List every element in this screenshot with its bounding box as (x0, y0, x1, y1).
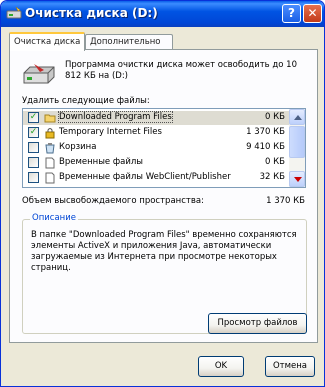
scroll-thumb[interactable] (289, 126, 305, 158)
description-title: Описание (30, 213, 78, 223)
file-name: Temporary Internet Files (59, 127, 162, 137)
file-checkbox[interactable] (28, 172, 39, 183)
files-list[interactable]: ✓ Downloaded Program Files 0 КБ ✓ Tempor… (22, 108, 306, 188)
intro-text: Программа очистки диска может освободить… (65, 60, 297, 81)
file-name: Временные файлы WebClient/Publisher (59, 172, 231, 182)
folder-icon (44, 114, 56, 123)
list-item[interactable]: Корзина 9 410 КБ (23, 141, 289, 155)
scroll-down-arrow-icon (294, 177, 302, 182)
file-checkbox[interactable]: ✓ (28, 127, 39, 138)
list-item[interactable]: Временные файлы 0 КБ (23, 156, 289, 170)
space-to-free-value: 1 370 КБ (266, 196, 305, 206)
help-button[interactable]: ? (282, 4, 301, 23)
title-bar[interactable]: Очистка диска (D:) ? ✕ (1, 1, 324, 27)
tab-disk-cleanup[interactable]: Очистка диска (9, 32, 85, 51)
space-to-free-label: Объем высвобождаемого пространства: (22, 196, 204, 206)
file-name: Downloaded Program Files (58, 111, 173, 123)
file-checkbox[interactable] (28, 157, 39, 168)
disk-cleanup-dialog: Очистка диска (D:) ? ✕ Очистка диска Доп… (0, 0, 325, 387)
list-scrollbar[interactable] (289, 109, 305, 187)
cancel-button[interactable]: Отмена (265, 356, 315, 377)
disk-cleanup-icon (6, 6, 22, 19)
file-checkbox[interactable] (28, 187, 39, 188)
file-size: 9 410 КБ (246, 142, 285, 152)
files-to-delete-label: Удалить следующие файлы: (22, 96, 150, 106)
scroll-up-arrow-icon (294, 115, 302, 120)
hard-drive-icon (23, 64, 55, 84)
scroll-up-button[interactable] (289, 109, 305, 125)
recycle-bin-icon (45, 143, 55, 154)
list-item[interactable]: Временные файлы WebClient/Publisher 32 К… (23, 171, 289, 185)
file-size: 1 370 КБ (246, 127, 285, 137)
tab-more-options[interactable]: Дополнительно (85, 34, 173, 49)
close-button[interactable]: ✕ (303, 4, 322, 23)
file-checkbox[interactable]: ✓ (28, 112, 39, 123)
file-size: 32 КБ (259, 172, 285, 182)
file-name: Временные файлы (59, 157, 143, 167)
document-icon (45, 172, 55, 184)
file-size: 0 КБ (265, 112, 285, 122)
list-item[interactable] (23, 186, 289, 188)
document-icon (44, 187, 56, 188)
tab-panel: Программа очистки диска может освободить… (9, 49, 318, 343)
list-item[interactable]: ✓ Temporary Internet Files 1 370 КБ (23, 126, 289, 140)
file-checkbox[interactable] (28, 142, 39, 153)
ok-button[interactable]: OK (198, 356, 244, 377)
list-item[interactable]: ✓ Downloaded Program Files 0 КБ (23, 111, 289, 125)
file-size: 0 КБ (265, 157, 285, 167)
description-group: Описание В папке "Downloaded Program Fil… (22, 213, 307, 334)
description-text: В папке "Downloaded Program Files" време… (31, 230, 297, 273)
scroll-down-button[interactable] (289, 171, 305, 187)
view-files-button[interactable]: Просмотр файлов (208, 313, 307, 334)
lock-icon (45, 128, 55, 139)
file-name: Корзина (59, 142, 97, 152)
window-title: Очистка диска (D:) (25, 6, 158, 20)
document-icon (45, 157, 55, 169)
